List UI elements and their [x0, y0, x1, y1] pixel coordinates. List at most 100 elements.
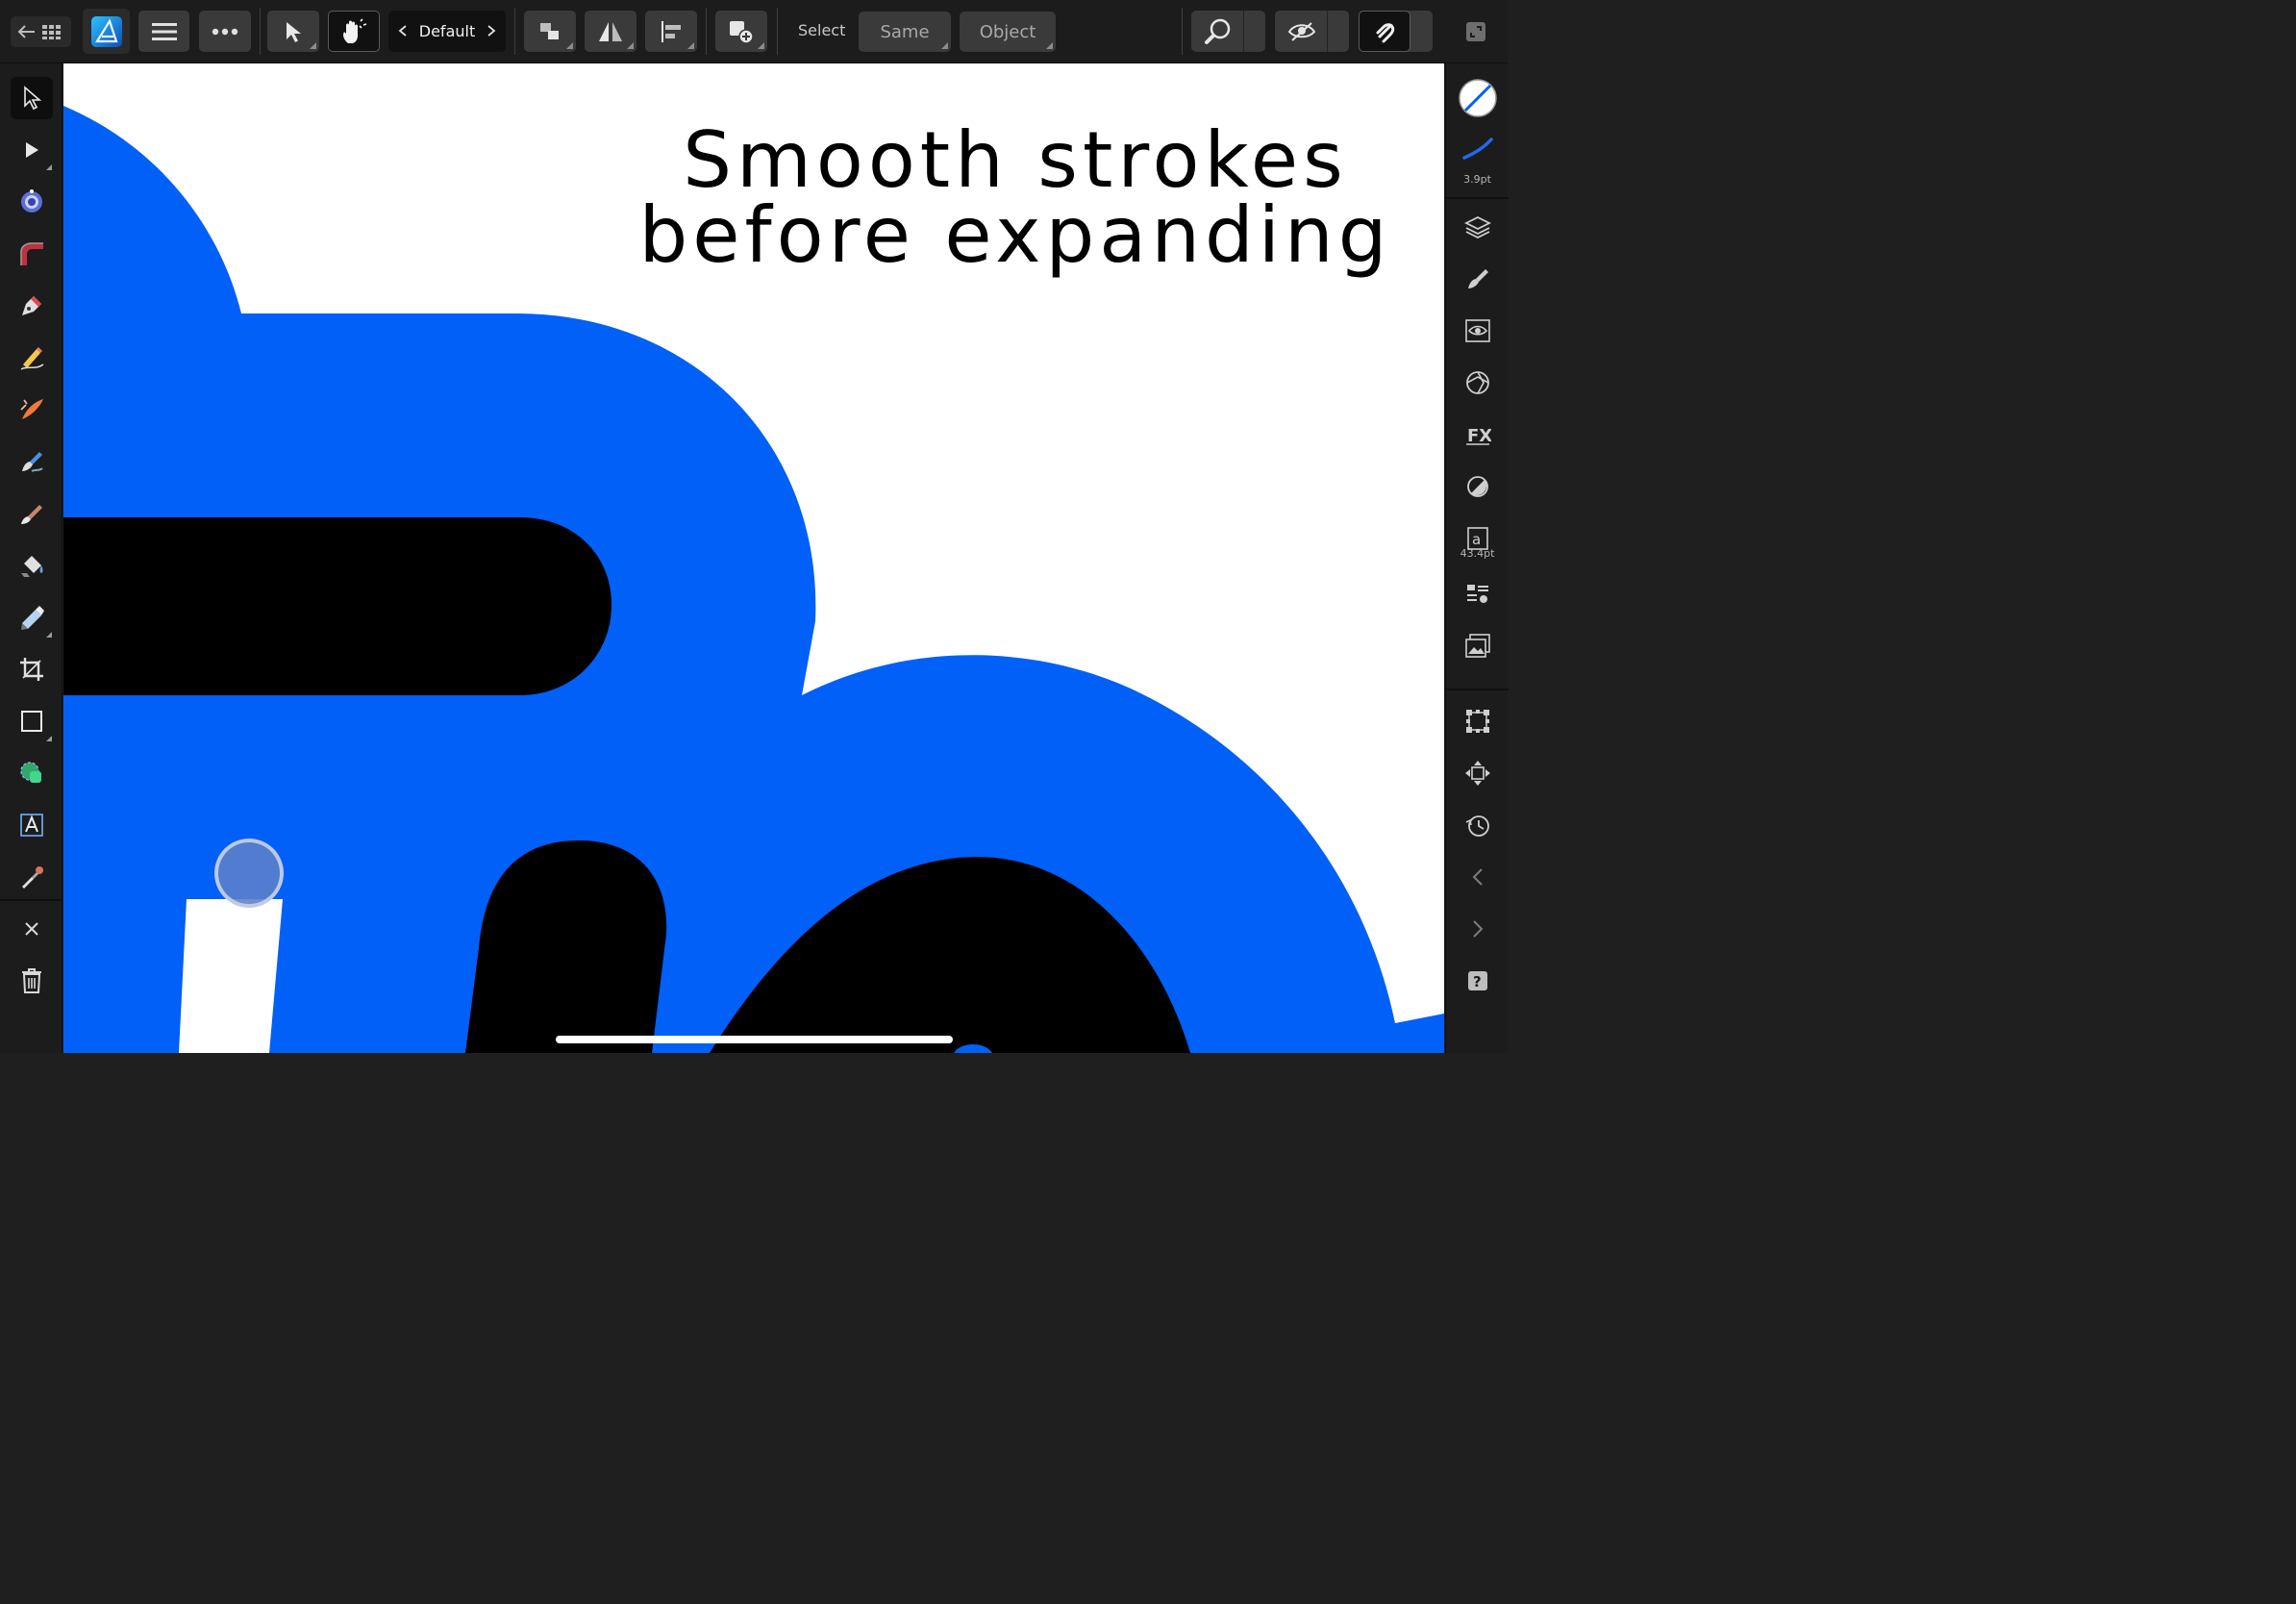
navigator-panel-button[interactable] — [1457, 752, 1499, 794]
chevron-left-icon — [1472, 868, 1483, 886]
shape-builder-button[interactable] — [11, 752, 53, 794]
document-canvas[interactable]: Smooth strokes before expanding — [63, 63, 1444, 1053]
delete-button[interactable] — [11, 960, 53, 1002]
close-button[interactable] — [11, 908, 53, 950]
flip-icon — [599, 21, 622, 41]
select-label: Select — [798, 21, 846, 39]
svg-text:?: ? — [1473, 973, 1482, 990]
view-mode-split — [1327, 11, 1328, 52]
move-mode-button[interactable] — [267, 11, 319, 52]
arrange-icon — [540, 22, 559, 39]
erase-brush-icon — [21, 505, 42, 524]
chevron-right-icon[interactable] — [487, 24, 496, 38]
paint-brush-icon — [22, 452, 43, 472]
navigator-icon — [1465, 761, 1490, 786]
rectangle-tool-button[interactable] — [11, 700, 53, 742]
headline-line-2: before expanding — [638, 190, 1392, 280]
toolbar-divider — [514, 8, 515, 55]
fill-tool-button[interactable] — [11, 544, 53, 587]
black-stroke-horizontal[interactable] — [63, 517, 611, 695]
erase-brush-button[interactable] — [11, 492, 53, 535]
node-tool-button[interactable] — [11, 129, 53, 171]
shape-builder-icon — [20, 762, 41, 783]
appearance-panel-button[interactable] — [1457, 310, 1499, 352]
styles-icon — [1467, 585, 1488, 603]
close-icon — [25, 922, 38, 936]
stock-panel-button[interactable] — [1457, 625, 1499, 667]
document-menu-button[interactable] — [138, 11, 189, 52]
headline-line-1: Smooth strokes — [683, 115, 1348, 205]
back-to-documents-button[interactable] — [11, 16, 71, 47]
help-button[interactable]: ? — [1457, 960, 1499, 1002]
svg-text:FX: FX — [1467, 426, 1491, 446]
text-tool-button[interactable] — [11, 804, 53, 846]
select-same-button[interactable]: Same — [859, 12, 951, 52]
paint-brush-button[interactable] — [11, 440, 53, 483]
snapping-toggle[interactable] — [1359, 11, 1410, 52]
crop-tool-button[interactable] — [11, 648, 53, 690]
svg-text:a: a — [1472, 531, 1481, 548]
transparency-tool-icon — [21, 606, 44, 630]
toolbar-divider — [777, 8, 778, 55]
arrange-button[interactable] — [524, 11, 576, 52]
vector-brush-button[interactable] — [11, 388, 53, 431]
fill-tool-icon — [21, 556, 43, 577]
zoom-button[interactable] — [1191, 11, 1265, 52]
curve-tool-button[interactable] — [11, 233, 53, 275]
hamburger-menu-icon — [151, 22, 177, 40]
gesture-mode-button[interactable] — [328, 11, 380, 52]
panel-back-button[interactable] — [1457, 856, 1499, 898]
chevron-left-icon[interactable] — [398, 24, 408, 38]
pencil-tool-icon — [20, 347, 44, 370]
home-indicator[interactable] — [556, 1036, 953, 1043]
panel-forward-button[interactable] — [1457, 908, 1499, 950]
fullscreen-button[interactable] — [1460, 15, 1492, 48]
view-mode-button[interactable] — [1275, 11, 1349, 52]
gesture-icon — [343, 17, 367, 43]
color-picker-icon — [22, 866, 43, 889]
transparency-panel-button[interactable] — [1457, 465, 1499, 508]
move-tool-icon — [287, 21, 301, 42]
move-tool-button[interactable] — [11, 77, 53, 119]
snapping-icon — [1376, 22, 1395, 42]
pen-tool-button[interactable] — [11, 285, 53, 327]
align-button[interactable] — [645, 11, 697, 52]
panel-divider — [1446, 689, 1509, 690]
corner-tool-icon — [21, 189, 42, 213]
appearance-icon — [1465, 319, 1490, 342]
more-icon — [212, 28, 238, 35]
curve-tool-icon — [20, 242, 43, 265]
style-preset-selector[interactable]: Default — [388, 11, 506, 52]
canvas-headline[interactable]: Smooth strokes before expanding — [583, 115, 1444, 280]
symbols-panel-button[interactable] — [1457, 362, 1499, 404]
transform-panel-button[interactable] — [1457, 700, 1499, 742]
more-options-button[interactable] — [199, 11, 251, 52]
color-panel-button[interactable] — [1457, 77, 1499, 119]
corner-tool-button[interactable] — [11, 181, 53, 223]
styles-panel-button[interactable] — [1457, 573, 1499, 615]
stroke-panel-button[interactable] — [1457, 127, 1499, 169]
panel-divider — [1446, 197, 1509, 199]
color-picker-button[interactable] — [11, 856, 53, 898]
fx-icon: FX — [1466, 426, 1491, 446]
flip-button[interactable] — [585, 11, 636, 52]
text-tool-icon — [20, 814, 43, 837]
pencil-tool-button[interactable] — [11, 337, 53, 379]
snapping-button[interactable] — [1359, 11, 1433, 52]
rectangle-tool-icon — [21, 711, 42, 732]
fx-panel-button[interactable]: FX — [1457, 414, 1499, 456]
insert-button[interactable] — [715, 11, 767, 52]
symbols-icon — [1466, 371, 1489, 394]
select-object-button[interactable]: Object — [960, 12, 1056, 52]
white-stroke-gap[interactable] — [179, 899, 283, 1053]
brushes-panel-button[interactable] — [1457, 258, 1499, 300]
transparency-icon — [1467, 476, 1488, 497]
trash-icon — [22, 968, 41, 993]
layers-panel-button[interactable] — [1457, 206, 1499, 248]
persona-button[interactable] — [83, 9, 130, 54]
history-panel-button[interactable] — [1457, 804, 1499, 846]
brushes-icon — [1468, 269, 1488, 288]
stock-icon — [1465, 634, 1490, 658]
transparency-tool-button[interactable] — [11, 596, 53, 639]
touch-indicator — [214, 839, 284, 908]
